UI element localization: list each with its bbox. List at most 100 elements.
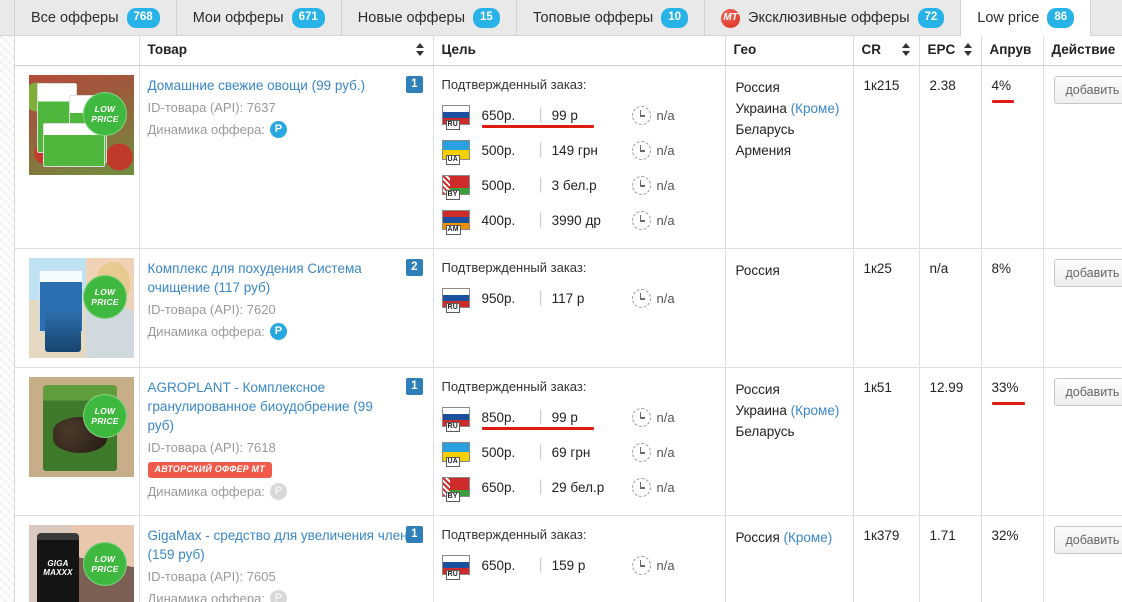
offer-dynamics-row: Динамика оффера: P	[148, 589, 423, 602]
offer-epc-cell: 1.71	[919, 515, 982, 602]
offer-approve-value: 32%	[991, 527, 1019, 543]
author-offer-badge: АВТОРСКИЙ ОФФЕР МТ	[147, 461, 272, 478]
low-price-line2: PRICE	[91, 415, 119, 426]
geo-exclusion-link[interactable]: (Кроме)	[791, 403, 840, 418]
low-price-line1: LOW	[94, 103, 116, 114]
tab-3[interactable]: Топовые офферы 10	[516, 0, 706, 36]
geo-country: Россия	[736, 379, 845, 400]
offer-title-link[interactable]: Комплекс для похудения Система очищение …	[148, 261, 362, 295]
tab-2[interactable]: Новые офферы 15	[341, 0, 517, 36]
column-header-label: EPC	[927, 42, 956, 57]
offer-thumbnail-cell: LOW PRICE	[15, 65, 140, 249]
goal-payout-row: UA 500р. | 69 грн n/a	[441, 435, 717, 470]
flag-country-code: UA	[445, 155, 461, 165]
add-offer-button[interactable]: добавить	[1053, 377, 1122, 406]
geo-country: Россия (Кроме)	[736, 527, 845, 548]
offer-dynamics-icon[interactable]: P	[269, 322, 287, 340]
offer-cr-cell: 1к379	[853, 515, 920, 602]
goal-payout-row: BY 650р. | 29 бел.р n/a	[441, 470, 717, 505]
goal-hold-value: n/a	[656, 479, 675, 495]
offer-approve-cell: 32%	[981, 515, 1044, 602]
goal-hold-block: n/a	[631, 105, 675, 125]
table-row: GIGA MAXXX LOW PRICE GigaMax - средство для …	[15, 515, 1122, 602]
goal-product-price: 69 грн	[551, 444, 591, 460]
tab-count-badge: 86	[1047, 8, 1075, 28]
sort-toggle-icon[interactable]	[415, 43, 425, 56]
sort-toggle-icon[interactable]	[963, 43, 973, 56]
offer-title-link[interactable]: AGROPLANT - Комплексное гранулированное …	[148, 380, 373, 433]
table-row: LOW PRICE AGROPLANT - Комплексное гранулир…	[15, 367, 1122, 516]
tab-0[interactable]: Все офферы 768	[14, 0, 177, 36]
offer-thumbnail[interactable]: LOW PRICE	[29, 376, 134, 477]
offers-table-header-row: Товар Цель Гео CR EPC Апрув Действие	[15, 36, 1122, 66]
offer-thumbnail[interactable]: GIGA MAXXX LOW PRICE	[29, 524, 134, 602]
goal-separator: |	[538, 106, 543, 123]
goal-payout-row: RU 650р. | 99 р n/a	[441, 98, 717, 133]
geo-exclusion-link[interactable]: (Кроме)	[791, 101, 840, 116]
goal-hold-block: n/a	[631, 210, 675, 230]
tab-label: Low price	[977, 10, 1040, 26]
column-header-5[interactable]: EPC	[919, 36, 982, 66]
clock-icon	[631, 210, 651, 230]
low-price-line2: PRICE	[91, 563, 119, 574]
column-header-label: Гео	[733, 42, 757, 57]
offer-thumbnail[interactable]: LOW PRICE	[29, 74, 134, 175]
offer-thumbnail[interactable]: LOW PRICE	[29, 257, 134, 358]
geo-country-name: Россия	[735, 262, 780, 278]
tab-4[interactable]: MT Эксклюзивные офферы 72	[705, 0, 962, 36]
goal-product-price: 159 р	[551, 557, 586, 573]
offer-goal-cell: Подтвержденный заказ: RU 650р. | 159 р n/a	[433, 515, 726, 602]
add-offer-button[interactable]: добавить	[1053, 258, 1122, 287]
offer-category-tabbar: Все офферы 768 Мои офферы 671 Новые офферы 15…	[0, 0, 1122, 36]
offer-title-link[interactable]: GigaMax - средство для увеличения члена …	[148, 528, 416, 562]
goal-payout-row: BY 500р. | 3 бел.р n/a	[441, 168, 717, 203]
column-header-label: Цель	[441, 42, 476, 57]
geo-country-name: Россия	[735, 529, 780, 545]
geo-country: Россия	[736, 77, 845, 98]
goal-payout-row: RU 650р. | 159 р n/a	[441, 548, 717, 583]
table-row: LOW PRICE Комплекс для похудения Система о…	[15, 248, 1122, 368]
offer-geo-cell: Россия Украина (Кроме) Беларусь	[725, 367, 854, 516]
goal-hold-value: n/a	[656, 290, 675, 306]
add-offer-button[interactable]: добавить	[1053, 525, 1122, 554]
sort-toggle-icon[interactable]	[901, 43, 911, 56]
offer-action-cell: добавить	[1043, 248, 1122, 368]
tab-5[interactable]: Low price 86	[961, 0, 1092, 36]
offer-geo-cell: Россия Украина (Кроме) Беларусь Армения	[725, 65, 854, 249]
flag-country-code: RU	[445, 303, 461, 313]
offer-cr-cell: 1к25	[853, 248, 920, 368]
goal-hold-block: n/a	[631, 175, 675, 195]
tab-label: Топовые офферы	[532, 10, 654, 26]
goal-hold-block: n/a	[631, 477, 675, 497]
offer-dynamics-icon[interactable]: P	[269, 120, 287, 138]
goal-payout-amount: 950р.	[481, 290, 516, 306]
table-row: LOW PRICE Домашние свежие овощи (99 руб.) 1…	[15, 65, 1122, 249]
geo-country-name: Украина	[735, 100, 787, 116]
flag-country-code: RU	[445, 120, 461, 130]
add-offer-button[interactable]: добавить	[1053, 75, 1122, 104]
offer-api-id: ID-товара (API): 7637	[147, 99, 276, 115]
offer-approve-cell: 33%	[981, 367, 1044, 516]
goal-hold-value: n/a	[656, 177, 675, 193]
offer-dynamics-row: Динамика оффера: P	[148, 322, 423, 340]
column-header-1[interactable]: Товар	[139, 36, 434, 66]
tab-1[interactable]: Мои офферы 671	[176, 0, 342, 36]
column-header-4[interactable]: CR	[853, 36, 920, 66]
offer-dynamics-icon[interactable]: P	[269, 589, 287, 602]
tab-label: Эксклюзивные офферы	[748, 10, 910, 26]
offer-dynamics-icon[interactable]: P	[269, 482, 287, 500]
tab-count-badge: 10	[661, 8, 689, 28]
offer-dynamics-label: Динамика оффера:	[147, 121, 265, 137]
goal-product-price: 149 грн	[551, 142, 598, 158]
low-price-line2: PRICE	[91, 296, 119, 307]
goal-hold-value: n/a	[656, 212, 675, 228]
offers-table-body: LOW PRICE Домашние свежие овощи (99 руб.) 1…	[15, 65, 1122, 602]
geo-country-name: Беларусь	[735, 423, 795, 439]
goal-payout-row: UA 500р. | 149 грн n/a	[441, 133, 717, 168]
flag-country-code: UA	[445, 457, 461, 467]
geo-exclusion-link[interactable]: (Кроме)	[784, 530, 833, 545]
offer-epc-cell: n/a	[919, 248, 982, 368]
offer-title-link[interactable]: Домашние свежие овощи (99 руб.)	[148, 78, 388, 93]
offer-epc-cell-value: n/a	[929, 260, 949, 276]
offer-approve-cell: 8%	[981, 248, 1044, 368]
